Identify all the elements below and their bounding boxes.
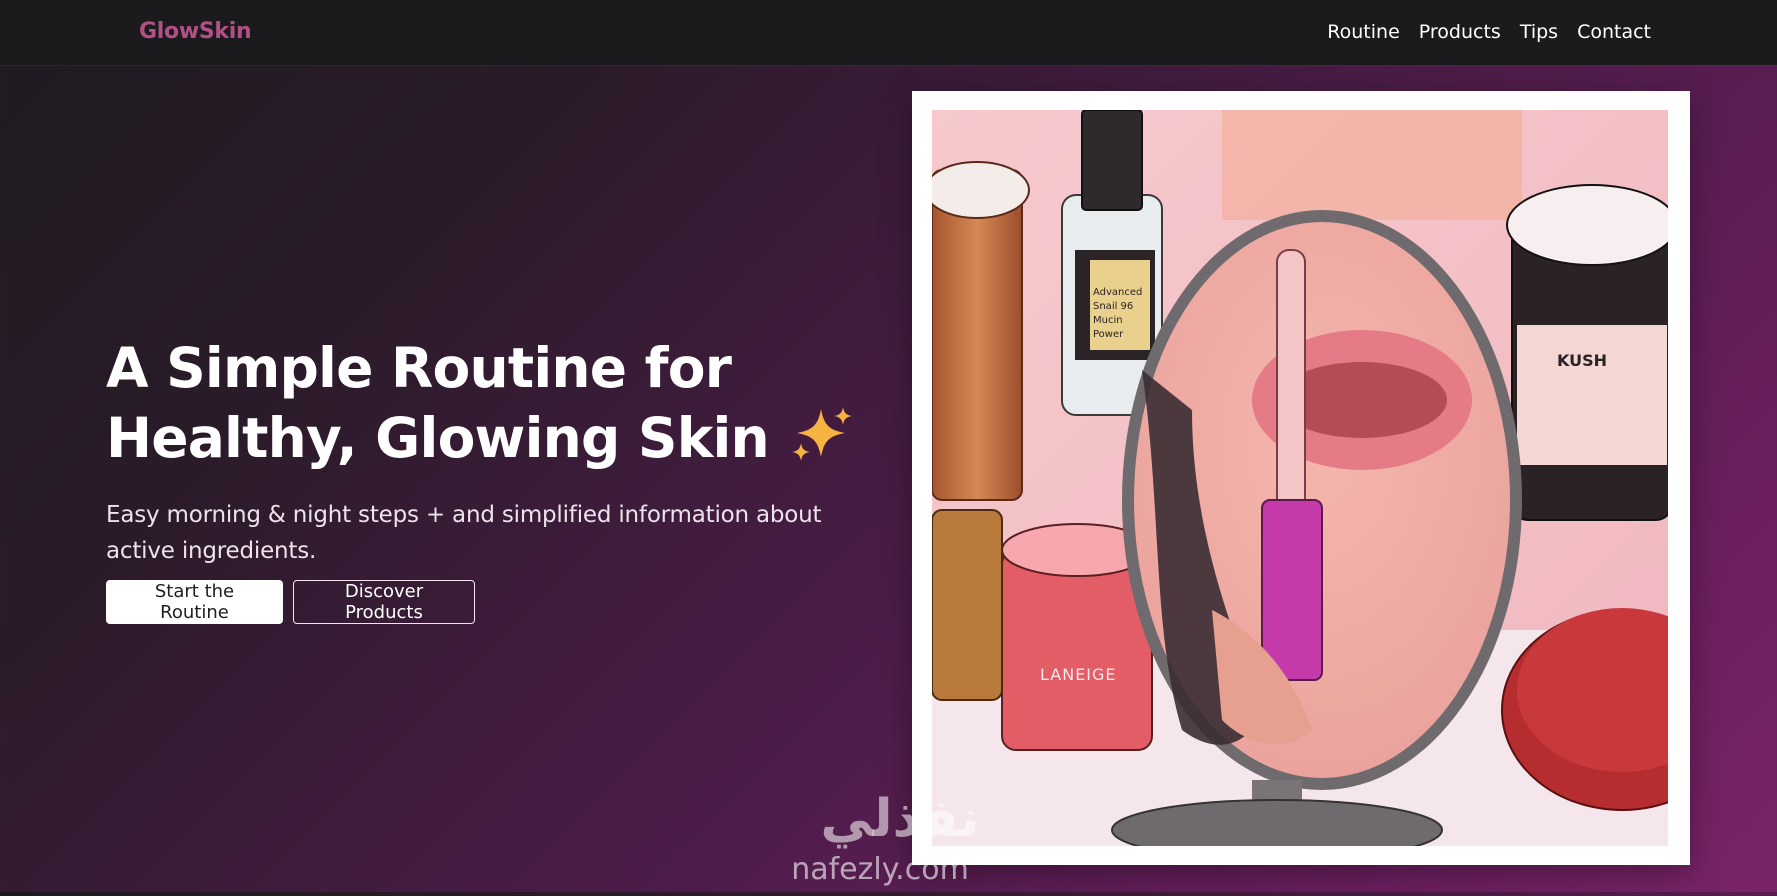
nav-link-contact[interactable]: Contact [1577, 21, 1651, 43]
nav-links: Routine Products Tips Contact [1327, 21, 1651, 43]
start-routine-button[interactable]: Start the Routine [106, 580, 283, 624]
nav-link-routine[interactable]: Routine [1327, 21, 1399, 43]
hero-buttons: Start the Routine Discover Products [106, 580, 475, 624]
discover-products-button[interactable]: Discover Products [293, 580, 475, 624]
hero-headline: A Simple Routine for Healthy, Glowing Sk… [106, 333, 866, 479]
svg-text:Power: Power [1093, 329, 1124, 340]
nafezly-watermark: نفذلي nafezly.com [780, 786, 1020, 892]
hero-subtitle: Easy morning & night steps + and simplif… [106, 502, 822, 564]
hero-image-card: Advanced Snail 96 Mucin Power KUSH LANEI… [912, 91, 1690, 865]
skincare-illustration: Advanced Snail 96 Mucin Power KUSH LANEI… [932, 110, 1668, 846]
svg-text:Mucin: Mucin [1093, 315, 1123, 326]
brand-logo[interactable]: GlowSkin [139, 19, 252, 44]
nav-link-products[interactable]: Products [1419, 21, 1501, 43]
svg-text:Snail 96: Snail 96 [1093, 301, 1133, 312]
watermark-latin: nafezly.com [791, 852, 969, 887]
sparkles-icon [791, 405, 853, 479]
svg-text:Advanced: Advanced [1093, 287, 1142, 298]
headline-line-1: A Simple Routine for [106, 336, 732, 400]
top-navbar: GlowSkin Routine Products Tips Contact [0, 0, 1777, 65]
svg-text:KUSH: KUSH [1557, 351, 1607, 370]
svg-text:LANEIGE: LANEIGE [1040, 665, 1117, 684]
hero-section: A Simple Routine for Healthy, Glowing Sk… [106, 333, 866, 569]
watermark-arabic: نفذلي [820, 789, 979, 849]
nav-link-tips[interactable]: Tips [1520, 21, 1558, 43]
headline-line-2: Healthy, Glowing Skin [106, 406, 770, 470]
